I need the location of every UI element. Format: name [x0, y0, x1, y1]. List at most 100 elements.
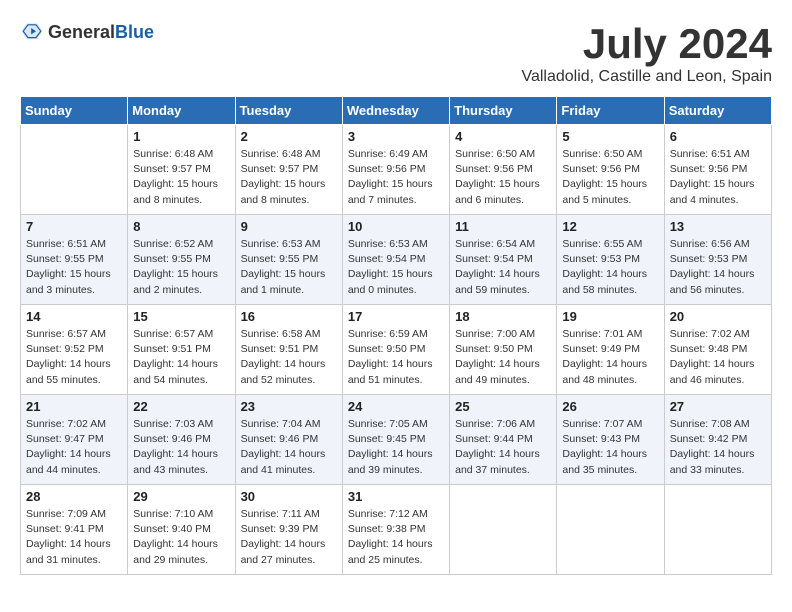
calendar-table: SundayMondayTuesdayWednesdayThursdayFrid… — [20, 96, 772, 575]
calendar-cell: 1 Sunrise: 6:48 AMSunset: 9:57 PMDaylight… — [128, 125, 235, 215]
day-info: Sunrise: 7:02 AMSunset: 9:47 PMDaylight:… — [26, 417, 122, 478]
day-number: 26 — [562, 399, 658, 414]
logo-icon — [20, 20, 44, 44]
weekday-header-saturday: Saturday — [664, 97, 771, 125]
day-number: 28 — [26, 489, 122, 504]
day-number: 31 — [348, 489, 444, 504]
weekday-header-friday: Friday — [557, 97, 664, 125]
day-number: 12 — [562, 219, 658, 234]
calendar-cell: 20Sunrise: 7:02 AMSunset: 9:48 PMDayligh… — [664, 305, 771, 395]
day-number: 21 — [26, 399, 122, 414]
day-info: Sunrise: 6:52 AMSunset: 9:55 PMDaylight:… — [133, 237, 229, 298]
calendar-week-row: 7 Sunrise: 6:51 AMSunset: 9:55 PMDaylight… — [21, 215, 772, 305]
day-info: Sunrise: 6:50 AMSunset: 9:56 PMDaylight:… — [562, 147, 658, 208]
day-number: 15 — [133, 309, 229, 324]
day-number: 30 — [241, 489, 337, 504]
calendar-cell: 26 Sunrise: 7:07 AMSunset: 9:43 PMDayligh… — [557, 395, 664, 485]
day-number: 2 — [241, 129, 337, 144]
calendar-cell: 11 Sunrise: 6:54 AMSunset: 9:54 PMDayligh… — [450, 215, 557, 305]
logo-general: General — [48, 22, 115, 42]
weekday-header-row: SundayMondayTuesdayWednesdayThursdayFrid… — [21, 97, 772, 125]
calendar-week-row: 21 Sunrise: 7:02 AMSunset: 9:47 PMDayligh… — [21, 395, 772, 485]
calendar-cell: 7 Sunrise: 6:51 AMSunset: 9:55 PMDaylight… — [21, 215, 128, 305]
day-number: 27 — [670, 399, 766, 414]
day-number: 9 — [241, 219, 337, 234]
day-info: Sunrise: 6:48 AMSunset: 9:57 PMDaylight:… — [133, 147, 229, 208]
day-info: Sunrise: 6:59 AMSunset: 9:50 PMDaylight:… — [348, 327, 444, 388]
day-info: Sunrise: 7:05 AMSunset: 9:45 PMDaylight:… — [348, 417, 444, 478]
day-number: 8 — [133, 219, 229, 234]
day-info: Sunrise: 6:57 AMSunset: 9:52 PMDaylight:… — [26, 327, 122, 388]
calendar-cell: 3Sunrise: 6:49 AMSunset: 9:56 PMDaylight… — [342, 125, 449, 215]
day-number: 7 — [26, 219, 122, 234]
weekday-header-monday: Monday — [128, 97, 235, 125]
day-number: 23 — [241, 399, 337, 414]
weekday-header-wednesday: Wednesday — [342, 97, 449, 125]
day-number: 1 — [133, 129, 229, 144]
day-number: 25 — [455, 399, 551, 414]
day-info: Sunrise: 7:02 AMSunset: 9:48 PMDaylight:… — [670, 327, 766, 388]
day-info: Sunrise: 7:01 AMSunset: 9:49 PMDaylight:… — [562, 327, 658, 388]
calendar-cell — [557, 485, 664, 575]
weekday-header-sunday: Sunday — [21, 97, 128, 125]
day-info: Sunrise: 7:10 AMSunset: 9:40 PMDaylight:… — [133, 507, 229, 568]
calendar-cell: 8 Sunrise: 6:52 AMSunset: 9:55 PMDaylight… — [128, 215, 235, 305]
day-number: 18 — [455, 309, 551, 324]
day-info: Sunrise: 6:53 AMSunset: 9:54 PMDaylight:… — [348, 237, 444, 298]
day-number: 3 — [348, 129, 444, 144]
calendar-cell: 23Sunrise: 7:04 AMSunset: 9:46 PMDayligh… — [235, 395, 342, 485]
calendar-cell: 29 Sunrise: 7:10 AMSunset: 9:40 PMDayligh… — [128, 485, 235, 575]
day-info: Sunrise: 6:55 AMSunset: 9:53 PMDaylight:… — [562, 237, 658, 298]
day-number: 10 — [348, 219, 444, 234]
day-info: Sunrise: 7:08 AMSunset: 9:42 PMDaylight:… — [670, 417, 766, 478]
calendar-cell: 17 Sunrise: 6:59 AMSunset: 9:50 PMDayligh… — [342, 305, 449, 395]
day-number: 19 — [562, 309, 658, 324]
day-info: Sunrise: 7:12 AMSunset: 9:38 PMDaylight:… — [348, 507, 444, 568]
day-number: 11 — [455, 219, 551, 234]
calendar-cell: 15Sunrise: 6:57 AMSunset: 9:51 PMDayligh… — [128, 305, 235, 395]
calendar-cell — [21, 125, 128, 215]
calendar-cell: 5Sunrise: 6:50 AMSunset: 9:56 PMDaylight… — [557, 125, 664, 215]
day-number: 17 — [348, 309, 444, 324]
calendar-week-row: 14Sunrise: 6:57 AMSunset: 9:52 PMDayligh… — [21, 305, 772, 395]
logo: GeneralBlue — [20, 20, 154, 44]
weekday-header-thursday: Thursday — [450, 97, 557, 125]
day-info: Sunrise: 7:11 AMSunset: 9:39 PMDaylight:… — [241, 507, 337, 568]
calendar-cell: 12 Sunrise: 6:55 AMSunset: 9:53 PMDayligh… — [557, 215, 664, 305]
day-number: 16 — [241, 309, 337, 324]
title-block: July 2024 Valladolid, Castille and Leon,… — [521, 20, 772, 86]
calendar-cell: 18 Sunrise: 7:00 AMSunset: 9:50 PMDayligh… — [450, 305, 557, 395]
calendar-week-row: 1 Sunrise: 6:48 AMSunset: 9:57 PMDaylight… — [21, 125, 772, 215]
calendar-cell — [450, 485, 557, 575]
calendar-cell: 13 Sunrise: 6:56 AMSunset: 9:53 PMDayligh… — [664, 215, 771, 305]
calendar-cell: 24Sunrise: 7:05 AMSunset: 9:45 PMDayligh… — [342, 395, 449, 485]
calendar-cell: 4Sunrise: 6:50 AMSunset: 9:56 PMDaylight… — [450, 125, 557, 215]
calendar-cell: 14Sunrise: 6:57 AMSunset: 9:52 PMDayligh… — [21, 305, 128, 395]
day-info: Sunrise: 7:07 AMSunset: 9:43 PMDaylight:… — [562, 417, 658, 478]
day-info: Sunrise: 6:56 AMSunset: 9:53 PMDaylight:… — [670, 237, 766, 298]
logo-blue: Blue — [115, 22, 154, 42]
calendar-cell: 19 Sunrise: 7:01 AMSunset: 9:49 PMDayligh… — [557, 305, 664, 395]
day-info: Sunrise: 7:09 AMSunset: 9:41 PMDaylight:… — [26, 507, 122, 568]
day-number: 4 — [455, 129, 551, 144]
day-number: 13 — [670, 219, 766, 234]
logo-text: GeneralBlue — [48, 22, 154, 43]
day-info: Sunrise: 6:48 AMSunset: 9:57 PMDaylight:… — [241, 147, 337, 208]
calendar-cell: 25 Sunrise: 7:06 AMSunset: 9:44 PMDayligh… — [450, 395, 557, 485]
location-title: Valladolid, Castille and Leon, Spain — [521, 68, 772, 86]
day-info: Sunrise: 7:06 AMSunset: 9:44 PMDaylight:… — [455, 417, 551, 478]
day-info: Sunrise: 7:03 AMSunset: 9:46 PMDaylight:… — [133, 417, 229, 478]
day-number: 22 — [133, 399, 229, 414]
calendar-cell: 6Sunrise: 6:51 AMSunset: 9:56 PMDaylight… — [664, 125, 771, 215]
day-info: Sunrise: 6:54 AMSunset: 9:54 PMDaylight:… — [455, 237, 551, 298]
calendar-cell: 31 Sunrise: 7:12 AMSunset: 9:38 PMDayligh… — [342, 485, 449, 575]
weekday-header-tuesday: Tuesday — [235, 97, 342, 125]
day-number: 29 — [133, 489, 229, 504]
day-info: Sunrise: 6:53 AMSunset: 9:55 PMDaylight:… — [241, 237, 337, 298]
day-info: Sunrise: 6:51 AMSunset: 9:56 PMDaylight:… — [670, 147, 766, 208]
calendar-cell — [664, 485, 771, 575]
day-info: Sunrise: 7:00 AMSunset: 9:50 PMDaylight:… — [455, 327, 551, 388]
day-info: Sunrise: 6:51 AMSunset: 9:55 PMDaylight:… — [26, 237, 122, 298]
calendar-cell: 27 Sunrise: 7:08 AMSunset: 9:42 PMDayligh… — [664, 395, 771, 485]
calendar-cell: 30 Sunrise: 7:11 AMSunset: 9:39 PMDayligh… — [235, 485, 342, 575]
